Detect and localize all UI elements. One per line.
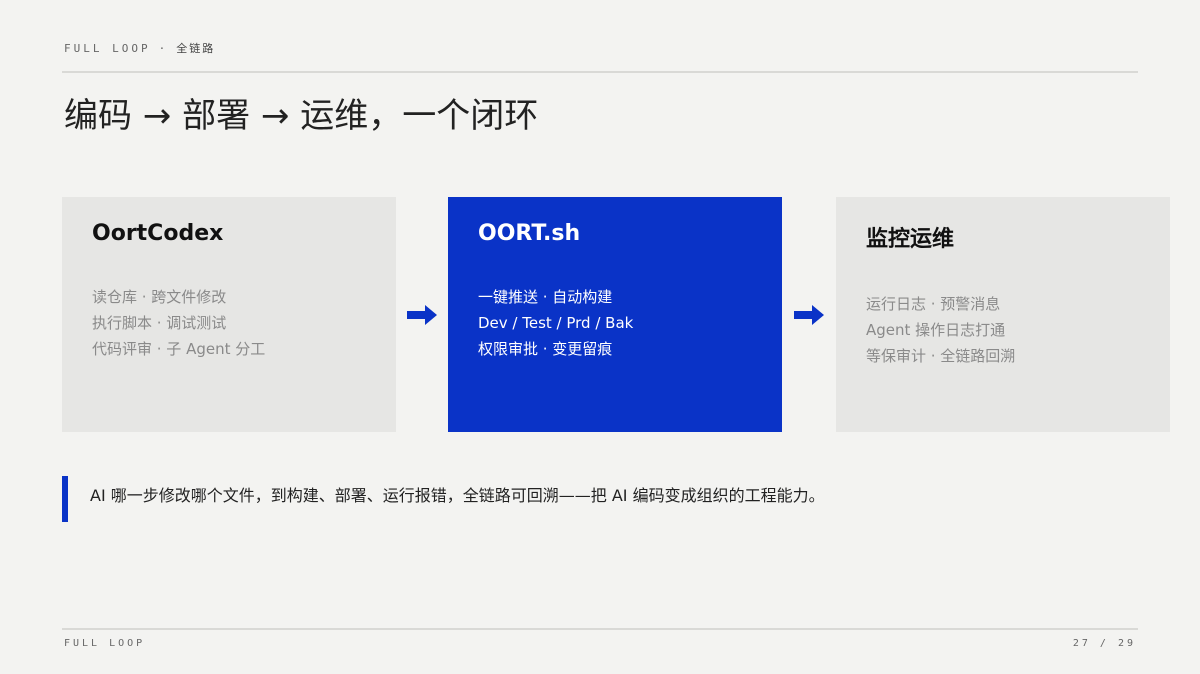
page-number: 27 / 29 bbox=[1072, 638, 1136, 649]
card-title: OortCodex bbox=[92, 221, 224, 246]
page-title: 编码 → 部署 → 运维，一个闭环 bbox=[64, 96, 539, 136]
quote-accent-bar bbox=[62, 476, 68, 522]
kicker-cn: 全链路 bbox=[176, 42, 216, 55]
card-oortcodex: OortCodex 读仓库 · 跨文件修改 执行脚本 · 调试测试 代码评审 ·… bbox=[62, 197, 396, 432]
kicker-en: FULL LOOP bbox=[64, 42, 151, 55]
top-divider bbox=[62, 71, 1138, 73]
card-title: 监控运维 bbox=[866, 227, 955, 252]
card-line: 代码评审 · 子 Agent 分工 bbox=[92, 340, 266, 358]
card-line: 读仓库 · 跨文件修改 bbox=[92, 288, 227, 306]
card-oort-sh: OORT.sh 一键推送 · 自动构建 Dev / Test / Prd / B… bbox=[448, 197, 782, 432]
kicker-separator: · bbox=[158, 42, 169, 55]
card-line: 执行脚本 · 调试测试 bbox=[92, 314, 227, 332]
card-line: 等保审计 · 全链路回溯 bbox=[866, 347, 1016, 365]
card-line: 运行日志 · 预警消息 bbox=[866, 295, 1001, 313]
arrow-right-icon bbox=[407, 305, 437, 325]
card-line: 一键推送 · 自动构建 bbox=[478, 288, 613, 306]
bottom-divider bbox=[62, 628, 1138, 630]
card-monitoring: 监控运维 运行日志 · 预警消息 Agent 操作日志打通 等保审计 · 全链路… bbox=[836, 197, 1170, 432]
card-title: OORT.sh bbox=[478, 221, 581, 246]
arrow-right-icon bbox=[794, 305, 824, 325]
quote-text: AI 哪一步修改哪个文件，到构建、部署、运行报错，全链路可回溯——把 AI 编码… bbox=[90, 486, 825, 505]
card-line: Agent 操作日志打通 bbox=[866, 321, 1006, 339]
section-kicker: FULL LOOP · 全链路 bbox=[64, 40, 215, 56]
footer-label: FULL LOOP bbox=[64, 638, 146, 649]
card-line: 权限审批 · 变更留痕 bbox=[478, 340, 613, 358]
card-line: Dev / Test / Prd / Bak bbox=[478, 314, 634, 332]
